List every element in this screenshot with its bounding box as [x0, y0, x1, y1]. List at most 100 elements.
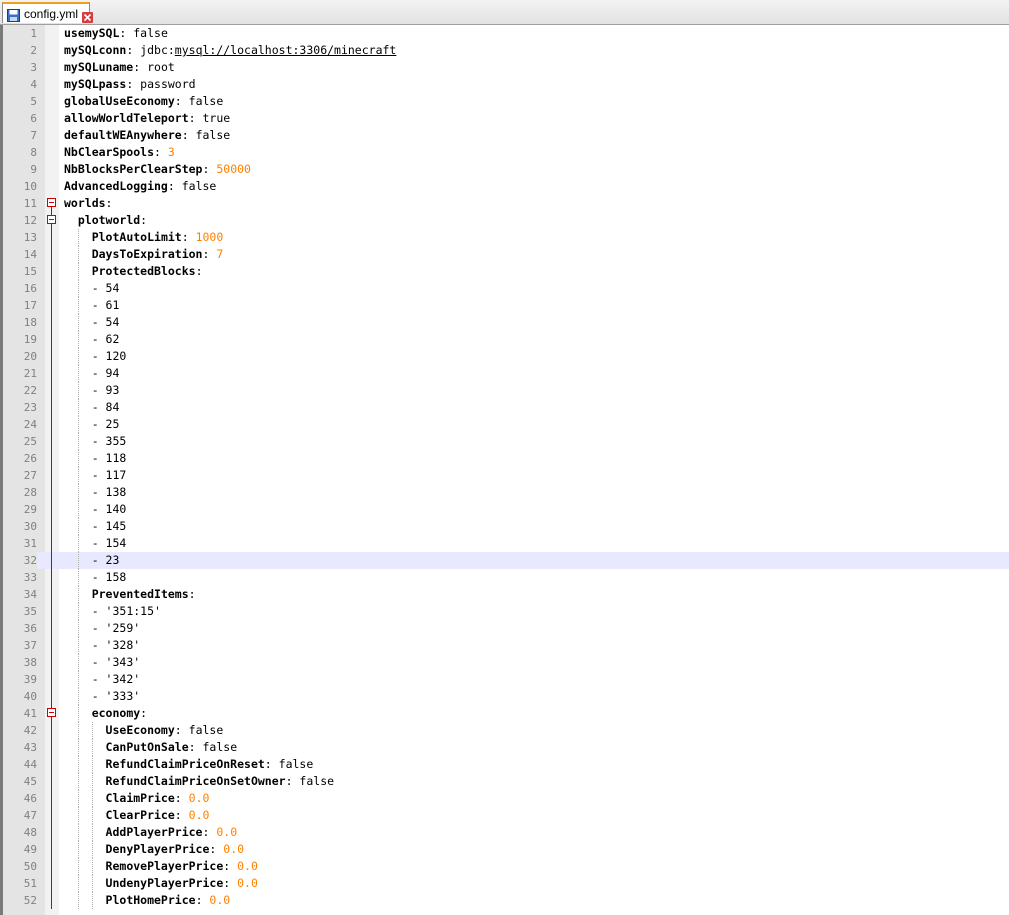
yaml-separator: : [126, 77, 141, 91]
code-text: globalUseEconomy: false [64, 93, 223, 110]
line-number: 51 [23, 877, 37, 890]
code-line[interactable]: 1 usemySQL: false [3, 25, 1009, 42]
code-text: usemySQL: false [64, 25, 168, 42]
code-line[interactable]: 19 - 62 [3, 331, 1009, 348]
code-line[interactable]: 8 NbClearSpools: 3 [3, 144, 1009, 161]
yaml-separator: : [202, 825, 217, 839]
line-number: 37 [23, 639, 37, 652]
yaml-value: false [299, 774, 335, 788]
code-line[interactable]: 38 - '343' [3, 654, 1009, 671]
code-text: PreventedItems: [64, 586, 196, 603]
fold-guide [51, 756, 52, 773]
code-line[interactable]: 32 - 23 [3, 552, 1009, 569]
code-line[interactable]: 40 - '333' [3, 688, 1009, 705]
code-text: NbClearSpools: 3 [64, 144, 175, 161]
code-editor[interactable]: 1 usemySQL: false 2 mySQLconn: jdbc:mysql:/… [0, 25, 1009, 915]
line-number: 48 [23, 826, 37, 839]
code-line[interactable]: 39 - '342' [3, 671, 1009, 688]
code-line[interactable]: 30 - 145 [3, 518, 1009, 535]
code-line[interactable]: 11 worlds: [3, 195, 1009, 212]
line-number: 26 [23, 452, 37, 465]
code-line[interactable]: 49 DenyPlayerPrice: 0.0 [3, 841, 1009, 858]
yaml-value: 7 [216, 247, 224, 261]
code-line[interactable]: 23 - 84 [3, 399, 1009, 416]
code-line[interactable]: 3 mySQLuname: root [3, 59, 1009, 76]
code-line[interactable]: 15 ProtectedBlocks: [3, 263, 1009, 280]
code-line[interactable]: 13 PlotAutoLimit: 1000 [3, 229, 1009, 246]
fold-guide [51, 688, 52, 705]
code-line[interactable]: 37 - '328' [3, 637, 1009, 654]
fold-toggle-icon[interactable] [47, 215, 56, 224]
code-line[interactable]: 41 economy: [3, 705, 1009, 722]
code-line[interactable]: 20 - 120 [3, 348, 1009, 365]
code-line[interactable]: 52 PlotHomePrice: 0.0 [3, 892, 1009, 909]
code-line[interactable]: 48 AddPlayerPrice: 0.0 [3, 824, 1009, 841]
yaml-key: PlotHomePrice [105, 893, 196, 907]
yaml-key: economy [91, 706, 141, 720]
code-text: RefundClaimPriceOnReset: false [64, 756, 314, 773]
code-line[interactable]: 7 defaultWEAnywhere: false [3, 127, 1009, 144]
fold-toggle-icon[interactable] [47, 198, 56, 207]
code-line[interactable]: 21 - 94 [3, 365, 1009, 382]
code-line[interactable]: 25 - 355 [3, 433, 1009, 450]
code-line[interactable]: 9 NbBlocksPerClearStep: 50000 [3, 161, 1009, 178]
yaml-value: 0.0 [237, 876, 258, 890]
code-line[interactable]: 42 UseEconomy: false [3, 722, 1009, 739]
code-text: UseEconomy: false [64, 722, 224, 739]
tab-config-yml[interactable]: config.yml [2, 2, 94, 23]
code-line[interactable]: 29 - 140 [3, 501, 1009, 518]
yaml-separator: : [209, 842, 224, 856]
editor-window: config.yml 1 usemySQL: false 2 mySQLconn: j… [0, 0, 1009, 915]
code-line[interactable]: 46 ClaimPrice: 0.0 [3, 790, 1009, 807]
line-number: 35 [23, 605, 37, 618]
yaml-key: allowWorldTeleport [64, 111, 189, 125]
code-line[interactable]: 5 globalUseEconomy: false [3, 93, 1009, 110]
code-line[interactable]: 6 allowWorldTeleport: true [3, 110, 1009, 127]
code-line[interactable]: 26 - 118 [3, 450, 1009, 467]
fold-guide [51, 654, 52, 671]
code-line[interactable]: 34 PreventedItems: [3, 586, 1009, 603]
code-line[interactable]: 10 AdvancedLogging: false [3, 178, 1009, 195]
code-line[interactable]: 17 - 61 [3, 297, 1009, 314]
code-line[interactable]: 31 - 154 [3, 535, 1009, 552]
fold-guide [51, 229, 52, 246]
yaml-separator: : [154, 145, 168, 159]
code-line[interactable]: 2 mySQLconn: jdbc:mysql://localhost:3306/… [3, 42, 1009, 59]
code-line[interactable]: 24 - 25 [3, 416, 1009, 433]
code-line[interactable]: 18 - 54 [3, 314, 1009, 331]
url-link[interactable]: mysql://localhost:3306/minecraft [175, 43, 397, 57]
code-line[interactable]: 51 UndenyPlayerPrice: 0.0 [3, 875, 1009, 892]
code-text: mySQLpass: password [64, 76, 196, 93]
code-text: - 54 [64, 280, 120, 297]
code-text: - '333' [64, 688, 140, 705]
code-line[interactable]: 22 - 93 [3, 382, 1009, 399]
code-text: - '328' [64, 637, 140, 654]
code-text: - '342' [64, 671, 140, 688]
code-line[interactable]: 12 plotworld: [3, 212, 1009, 229]
code-line[interactable]: 33 - 158 [3, 569, 1009, 586]
code-lines: 1 usemySQL: false 2 mySQLconn: jdbc:mysql:/… [3, 25, 1009, 909]
code-line[interactable]: 16 - 54 [3, 280, 1009, 297]
fold-guide [51, 773, 52, 790]
code-line[interactable]: 4 mySQLpass: password [3, 76, 1009, 93]
code-line[interactable]: 44 RefundClaimPriceOnReset: false [3, 756, 1009, 773]
code-line[interactable]: 27 - 117 [3, 467, 1009, 484]
yaml-value: 0.0 [223, 842, 245, 856]
fold-guide [51, 263, 52, 280]
code-line[interactable]: 28 - 138 [3, 484, 1009, 501]
yaml-key: PlotAutoLimit [91, 230, 182, 244]
code-line[interactable]: 47 ClearPrice: 0.0 [3, 807, 1009, 824]
code-line[interactable]: 45 RefundClaimPriceOnSetOwner: false [3, 773, 1009, 790]
code-line[interactable]: 36 - '259' [3, 620, 1009, 637]
fold-toggle-icon[interactable] [47, 708, 56, 717]
yaml-key: defaultWEAnywhere [64, 128, 182, 142]
code-line[interactable]: 14 DaysToExpiration: 7 [3, 246, 1009, 263]
code-line[interactable]: 43 CanPutOnSale: false [3, 739, 1009, 756]
code-line[interactable]: 35 - '351:15' [3, 603, 1009, 620]
close-icon[interactable] [82, 8, 94, 23]
line-number: 3 [30, 61, 37, 74]
line-number: 10 [23, 180, 37, 193]
code-text: allowWorldTeleport: true [64, 110, 230, 127]
yaml-key: UndenyPlayerPrice [105, 876, 224, 890]
code-line[interactable]: 50 RemovePlayerPrice: 0.0 [3, 858, 1009, 875]
